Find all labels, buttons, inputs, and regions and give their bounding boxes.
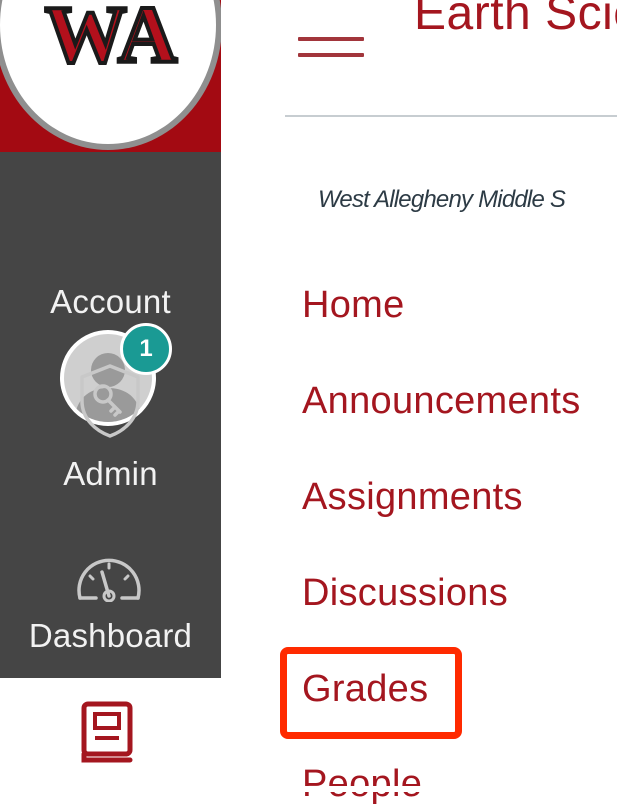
school-logo[interactable]: WA <box>0 0 221 152</box>
school-name: West Allegheny Middle S <box>318 186 566 213</box>
nav-courses[interactable] <box>80 700 140 770</box>
wa-logo-lettering: WA <box>43 0 179 82</box>
course-nav-discussions[interactable]: Discussions <box>302 572 508 615</box>
header-divider <box>285 115 617 117</box>
speedometer-icon <box>77 558 141 602</box>
course-menu-button[interactable] <box>298 15 368 57</box>
grades-highlight-box <box>280 647 462 739</box>
nav-account-label: Account <box>50 283 171 320</box>
shield-key-icon <box>80 364 140 438</box>
course-nav-announcements[interactable]: Announcements <box>302 380 581 423</box>
course-nav-home[interactable]: Home <box>302 284 405 327</box>
global-navigation: WA 1 Account Admin Dashboard <box>0 0 221 678</box>
viewport-edge <box>0 786 617 792</box>
hamburger-line <box>298 53 364 57</box>
nav-admin[interactable]: Admin <box>0 360 221 500</box>
nav-account[interactable]: 1 Account <box>0 160 221 426</box>
nav-admin-label: Admin <box>63 455 158 492</box>
nav-dashboard[interactable]: Dashboard <box>0 540 221 670</box>
hamburger-icon <box>298 37 364 41</box>
course-nav-people[interactable]: People <box>302 763 422 806</box>
course-nav-assignments[interactable]: Assignments <box>302 476 523 519</box>
nav-dashboard-label: Dashboard <box>28 617 193 654</box>
book-icon <box>81 701 133 763</box>
svg-text:WA: WA <box>45 0 177 80</box>
course-title[interactable]: Earth Scie <box>414 0 617 41</box>
